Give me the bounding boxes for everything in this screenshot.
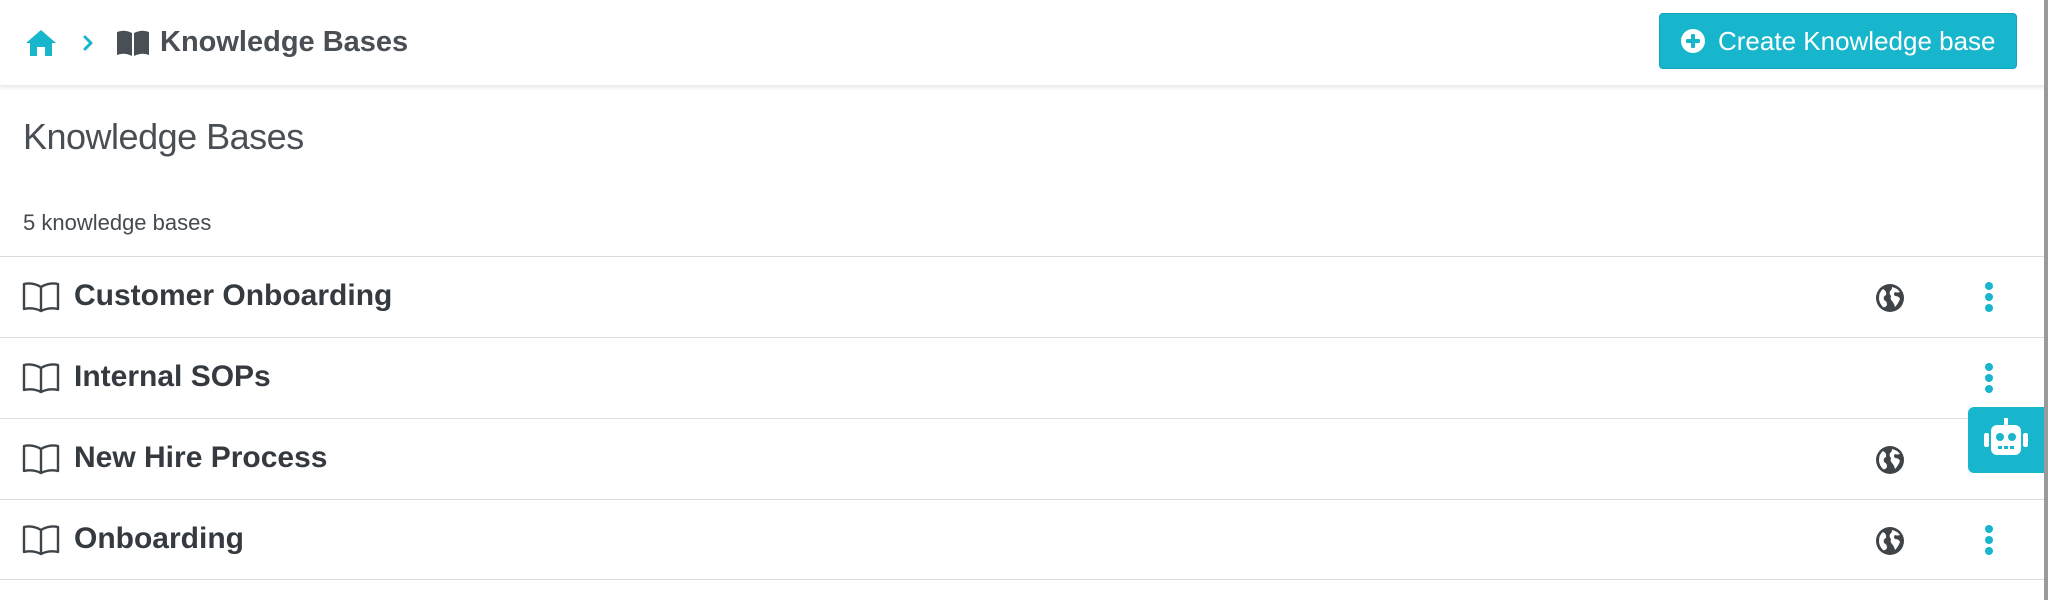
globe-icon — [1875, 283, 1905, 313]
top-bar: Knowledge Bases Create Knowledge base — [0, 0, 2044, 86]
create-button-label: Create Knowledge base — [1718, 25, 1996, 56]
globe-icon — [1875, 445, 1905, 475]
page-title: Knowledge Bases — [23, 116, 304, 157]
chevron-right-icon — [76, 26, 100, 60]
knowledge-base-name[interactable]: Onboarding — [74, 522, 244, 556]
app-root: Knowledge Bases Create Knowledge base Kn… — [0, 0, 2048, 600]
assistant-button[interactable] — [1968, 407, 2044, 473]
breadcrumb: Knowledge Bases — [0, 26, 408, 60]
book-outline-icon — [22, 443, 60, 475]
list-item[interactable]: Customer Onboarding — [0, 256, 2044, 337]
window-edge — [2044, 0, 2048, 600]
book-outline-icon — [22, 281, 60, 313]
globe-icon — [1875, 526, 1905, 556]
list-item[interactable]: New Hire Process — [0, 418, 2044, 499]
knowledge-base-count: 5 knowledge bases — [23, 210, 212, 235]
knowledge-base-name[interactable]: Internal SOPs — [74, 360, 271, 394]
breadcrumb-label: Knowledge Bases — [160, 26, 409, 58]
book-open-icon — [116, 26, 150, 60]
book-outline-icon — [22, 362, 60, 394]
list-item[interactable]: Internal SOPs — [0, 337, 2044, 418]
more-options-icon[interactable] — [1972, 520, 2006, 560]
knowledge-base-name[interactable]: New Hire Process — [74, 441, 327, 475]
plus-circle-icon — [1680, 28, 1706, 54]
breadcrumb-current: Knowledge Bases — [116, 26, 408, 60]
knowledge-base-list: Customer Onboarding Internal SOPs New Hi… — [0, 256, 2044, 580]
book-outline-icon — [22, 524, 60, 556]
home-icon[interactable] — [24, 26, 58, 60]
list-item[interactable]: Onboarding — [0, 499, 2044, 580]
more-options-icon[interactable] — [1972, 358, 2006, 398]
knowledge-base-name[interactable]: Customer Onboarding — [74, 279, 392, 313]
more-options-icon[interactable] — [1972, 277, 2006, 317]
robot-icon — [1982, 417, 2030, 463]
create-knowledge-base-button[interactable]: Create Knowledge base — [1659, 13, 2017, 69]
